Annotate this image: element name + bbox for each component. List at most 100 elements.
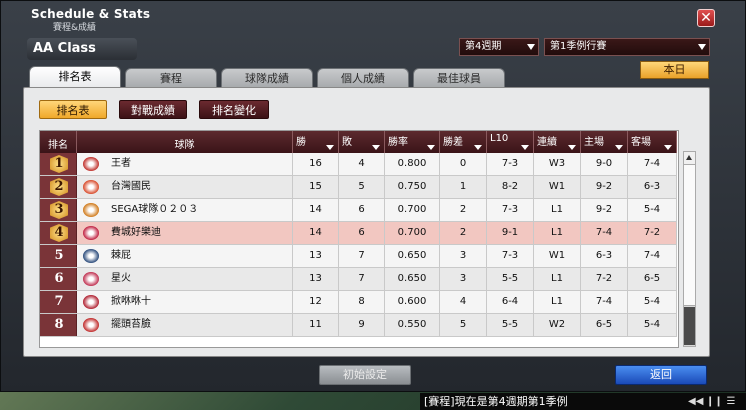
team-name: 星火 <box>111 273 131 284</box>
team-name: 費城好樂迪 <box>111 227 161 238</box>
team-cell: 擺頭苔臉 <box>77 314 293 336</box>
stat-streak: W1 <box>534 176 581 198</box>
rank-cell: 1 <box>40 153 77 175</box>
scroll-track[interactable] <box>684 307 695 345</box>
period-select[interactable]: 第4週期 <box>459 38 539 56</box>
stat-gb: 3 <box>440 245 487 267</box>
initial-settings-button[interactable]: 初始設定 <box>319 365 411 385</box>
rank-cell: 4 <box>40 222 77 244</box>
stat-w: 11 <box>293 314 339 336</box>
team-cell: 掀咻咻十 <box>77 291 293 313</box>
tab-standings[interactable]: 排名表 <box>29 66 121 88</box>
rank-badge: 4 <box>50 224 68 242</box>
stat-w: 16 <box>293 153 339 175</box>
stat-pct: 0.700 <box>385 199 440 221</box>
team-cell: 王者 <box>77 153 293 175</box>
stat-l10: 9-1 <box>487 222 534 244</box>
header-gb[interactable]: 勝差 <box>440 131 487 153</box>
chevron-down-icon <box>698 44 706 50</box>
stat-away: 5-4 <box>628 291 677 313</box>
team-logo-icon <box>83 203 99 217</box>
subtab-head-to-head[interactable]: 對戰成績 <box>119 100 187 119</box>
scroll-thumb[interactable] <box>684 165 695 306</box>
stat-l: 6 <box>339 222 385 244</box>
rewind-icon[interactable]: ◀◀ <box>688 395 703 408</box>
rank-badge: 1 <box>50 155 68 173</box>
tab-team-stats[interactable]: 球隊成績 <box>221 68 313 88</box>
header-losses[interactable]: 敗 <box>339 131 385 153</box>
header-wins[interactable]: 勝 <box>293 131 339 153</box>
header-streak[interactable]: 連續 <box>534 131 581 153</box>
stat-l: 6 <box>339 199 385 221</box>
sort-icon <box>615 145 623 150</box>
sort-icon <box>474 145 482 150</box>
team-cell: SEGA球隊０２０３ <box>77 199 293 221</box>
table-scrollbar[interactable] <box>683 151 696 347</box>
team-name: 擺頭苔臉 <box>111 319 151 330</box>
schedule-stats-window: Schedule & Stats 賽程&成績 ✕ AA Class 第4週期 第… <box>0 0 746 392</box>
stat-w: 13 <box>293 245 339 267</box>
sort-icon <box>372 145 380 150</box>
scroll-up-arrow[interactable] <box>684 152 695 165</box>
rank-badge: 3 <box>50 201 68 219</box>
stat-l: 7 <box>339 268 385 290</box>
header-away[interactable]: 客場 <box>628 131 677 153</box>
class-label: AA Class <box>27 38 137 60</box>
stat-away: 7-4 <box>628 153 677 175</box>
header-l10[interactable]: L10 <box>487 131 534 153</box>
stat-l10: 5-5 <box>487 314 534 336</box>
tab-schedule[interactable]: 賽程 <box>125 68 217 88</box>
stat-home: 9-2 <box>581 176 628 198</box>
chat-icon[interactable]: ☰ <box>724 395 738 408</box>
stat-w: 15 <box>293 176 339 198</box>
table-row[interactable]: 2 台灣國民 15 5 0.750 1 8-2 W1 9-2 6-3 <box>40 176 677 199</box>
table-row[interactable]: 1 王者 16 4 0.800 0 7-3 W3 9-0 7-4 <box>40 153 677 176</box>
sort-icon <box>521 145 529 150</box>
rank-badge: 2 <box>50 178 68 196</box>
stat-w: 14 <box>293 199 339 221</box>
table-row[interactable]: 5 棘屁 13 7 0.650 3 7-3 W1 6-3 7-4 <box>40 245 677 268</box>
news-ticker: [賽程]現在是第4週期第1季例 ◀◀ ❙❙ ☰ <box>420 393 746 410</box>
stat-streak: L1 <box>534 291 581 313</box>
rank-cell: 8 <box>40 314 77 336</box>
tab-player-stats[interactable]: 個人成績 <box>317 68 409 88</box>
close-button[interactable]: ✕ <box>697 9 715 27</box>
team-name: SEGA球隊０２０３ <box>111 204 199 215</box>
stat-gb: 2 <box>440 199 487 221</box>
header-home[interactable]: 主場 <box>581 131 628 153</box>
table-row[interactable]: 6 星火 13 7 0.650 3 5-5 L1 7-2 6-5 <box>40 268 677 291</box>
stat-l: 9 <box>339 314 385 336</box>
sort-icon <box>664 145 672 150</box>
stat-w: 12 <box>293 291 339 313</box>
header-pct[interactable]: 勝率 <box>385 131 440 153</box>
subtab-rank-changes[interactable]: 排名變化 <box>199 100 269 119</box>
stat-home: 6-3 <box>581 245 628 267</box>
back-button[interactable]: 返回 <box>615 365 707 385</box>
table-row[interactable]: 4 費城好樂迪 14 6 0.700 2 9-1 L1 7-4 7-2 <box>40 222 677 245</box>
stat-pct: 0.700 <box>385 222 440 244</box>
sort-icon <box>427 145 435 150</box>
stat-away: 6-3 <box>628 176 677 198</box>
stat-away: 7-4 <box>628 245 677 267</box>
chevron-down-icon <box>527 44 535 50</box>
season-select[interactable]: 第1季例行賽 <box>544 38 710 56</box>
pause-icon[interactable]: ❙❙ <box>706 395 723 408</box>
stat-away: 6-5 <box>628 268 677 290</box>
stat-w: 13 <box>293 268 339 290</box>
stat-pct: 0.650 <box>385 268 440 290</box>
rank-badge: 7 <box>54 294 64 309</box>
table-row[interactable]: 8 擺頭苔臉 11 9 0.550 5 5-5 W2 6-5 5-4 <box>40 314 677 337</box>
rank-cell: 6 <box>40 268 77 290</box>
today-button[interactable]: 本日 <box>640 61 709 79</box>
close-icon: ✕ <box>700 10 712 26</box>
stat-home: 9-2 <box>581 199 628 221</box>
stat-l10: 6-4 <box>487 291 534 313</box>
subtab-standings[interactable]: 排名表 <box>39 100 107 119</box>
table-row[interactable]: 7 掀咻咻十 12 8 0.600 4 6-4 L1 7-4 5-4 <box>40 291 677 314</box>
team-logo-icon <box>83 295 99 309</box>
stat-streak: L1 <box>534 222 581 244</box>
table-row[interactable]: 3 SEGA球隊０２０３ 14 6 0.700 2 7-3 L1 9-2 5-4 <box>40 199 677 222</box>
season-select-value: 第1季例行賽 <box>550 41 607 52</box>
tab-best-players[interactable]: 最佳球員 <box>413 68 505 88</box>
team-logo-icon <box>83 249 99 263</box>
